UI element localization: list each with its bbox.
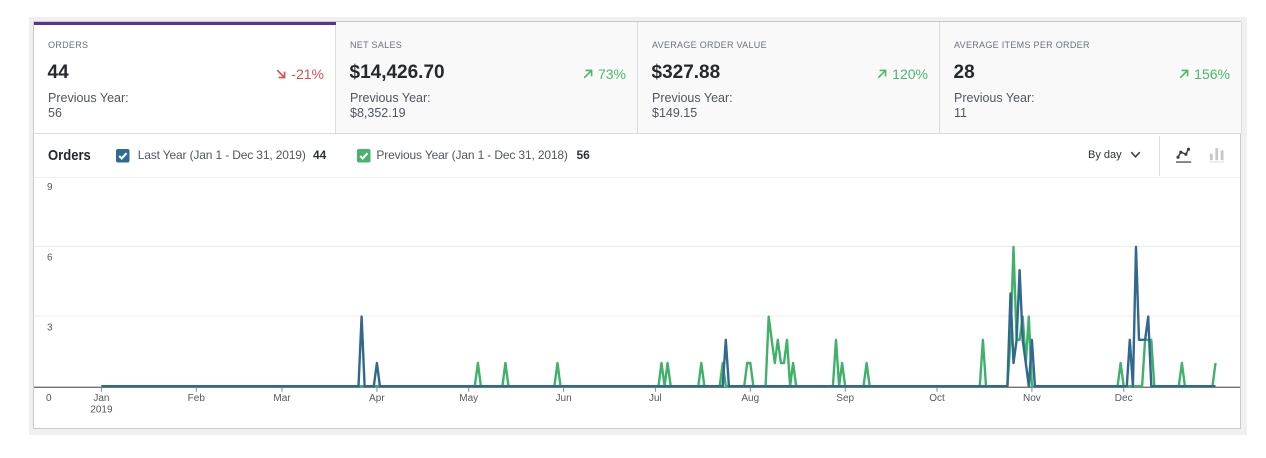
- svg-text:Aug: Aug: [741, 393, 759, 404]
- svg-text:Sep: Sep: [836, 393, 854, 404]
- svg-text:2019: 2019: [90, 405, 113, 416]
- svg-text:Oct: Oct: [929, 393, 945, 404]
- svg-text:Feb: Feb: [188, 393, 206, 404]
- svg-text:3: 3: [47, 323, 53, 334]
- svg-text:Apr: Apr: [369, 393, 385, 404]
- svg-text:Jan: Jan: [93, 393, 109, 404]
- svg-text:9: 9: [47, 182, 53, 193]
- svg-text:Jul: Jul: [649, 393, 662, 404]
- svg-text:0: 0: [46, 393, 52, 404]
- svg-text:Nov: Nov: [1023, 393, 1041, 404]
- svg-text:May: May: [459, 393, 478, 404]
- svg-text:6: 6: [47, 253, 53, 264]
- svg-text:Dec: Dec: [1115, 393, 1133, 404]
- svg-text:Mar: Mar: [273, 393, 291, 404]
- svg-text:Jun: Jun: [556, 393, 572, 404]
